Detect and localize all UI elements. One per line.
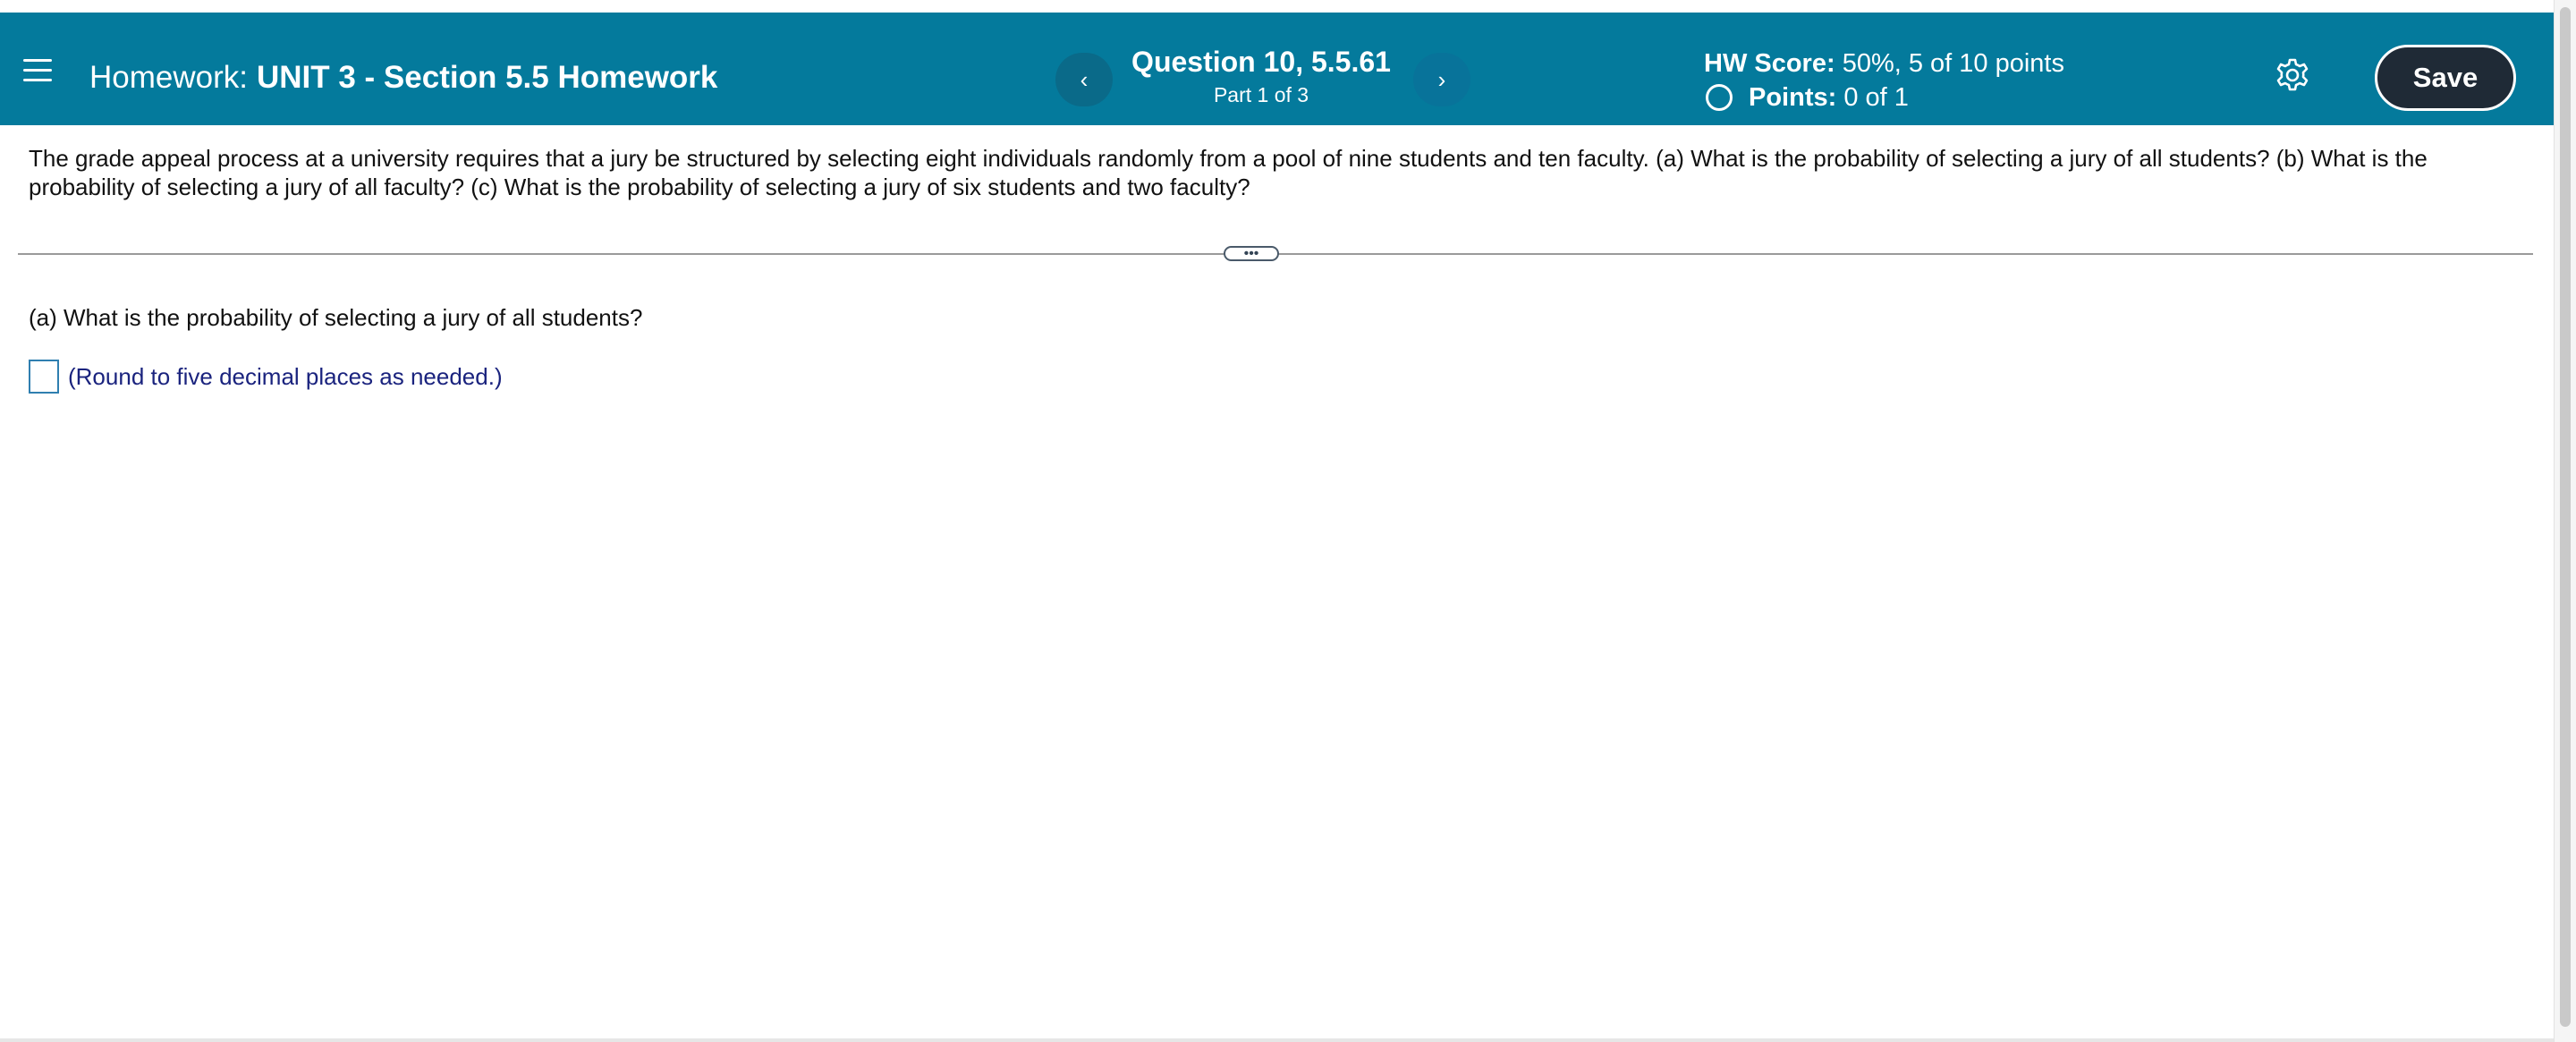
expand-question-button[interactable]: •••	[1224, 246, 1279, 261]
chevron-left-icon: ‹	[1080, 65, 1089, 93]
answer-row: (Round to five decimal places as needed.…	[29, 360, 503, 394]
chevron-right-icon: ›	[1437, 65, 1446, 93]
hw-score-line: HW Score: 50%, 5 of 10 points	[1704, 47, 2064, 80]
previous-question-button[interactable]: ‹	[1055, 53, 1113, 106]
question-title: Question 10, 5.5.61	[1131, 46, 1391, 78]
homework-title: Homework: UNIT 3 - Section 5.5 Homework	[89, 60, 717, 96]
points-label: Points:	[1749, 83, 1837, 112]
score-summary: HW Score: 50%, 5 of 10 points Points: 0 …	[1704, 47, 2064, 114]
vertical-scrollbar[interactable]	[2554, 0, 2576, 1042]
save-button[interactable]: Save	[2375, 45, 2516, 111]
question-text: The grade appeal process at a university…	[29, 145, 2428, 200]
next-question-button[interactable]: ›	[1413, 53, 1470, 106]
homework-name: UNIT 3 - Section 5.5 Homework	[256, 60, 718, 95]
top-bar: Homework: UNIT 3 - Section 5.5 Homework ‹…	[0, 13, 2555, 125]
homework-prefix: Homework:	[89, 60, 248, 95]
bottom-border	[0, 1038, 2555, 1042]
homework-page: Homework: UNIT 3 - Section 5.5 Homework ‹…	[0, 0, 2555, 1042]
circle-icon	[1706, 84, 1733, 111]
hw-score-label: HW Score:	[1704, 49, 1835, 78]
hw-score-value: 50%, 5 of 10 points	[1842, 49, 2064, 78]
scrollbar-thumb[interactable]	[2560, 7, 2571, 1027]
question-part: Part 1 of 3	[1213, 83, 1309, 106]
answer-input[interactable]	[29, 360, 59, 394]
menu-icon[interactable]	[23, 59, 52, 82]
question-indicator: Question 10, 5.5.61 Part 1 of 3	[1127, 43, 1395, 109]
part-a-question: (a) What is the probability of selecting…	[29, 304, 643, 331]
points-value: 0 of 1	[1843, 83, 1909, 112]
gear-icon[interactable]	[2275, 57, 2310, 93]
ellipsis-icon: •••	[1243, 245, 1259, 261]
rounding-hint: (Round to five decimal places as needed.…	[68, 362, 503, 390]
points-line: Points: 0 of 1	[1704, 80, 2064, 114]
